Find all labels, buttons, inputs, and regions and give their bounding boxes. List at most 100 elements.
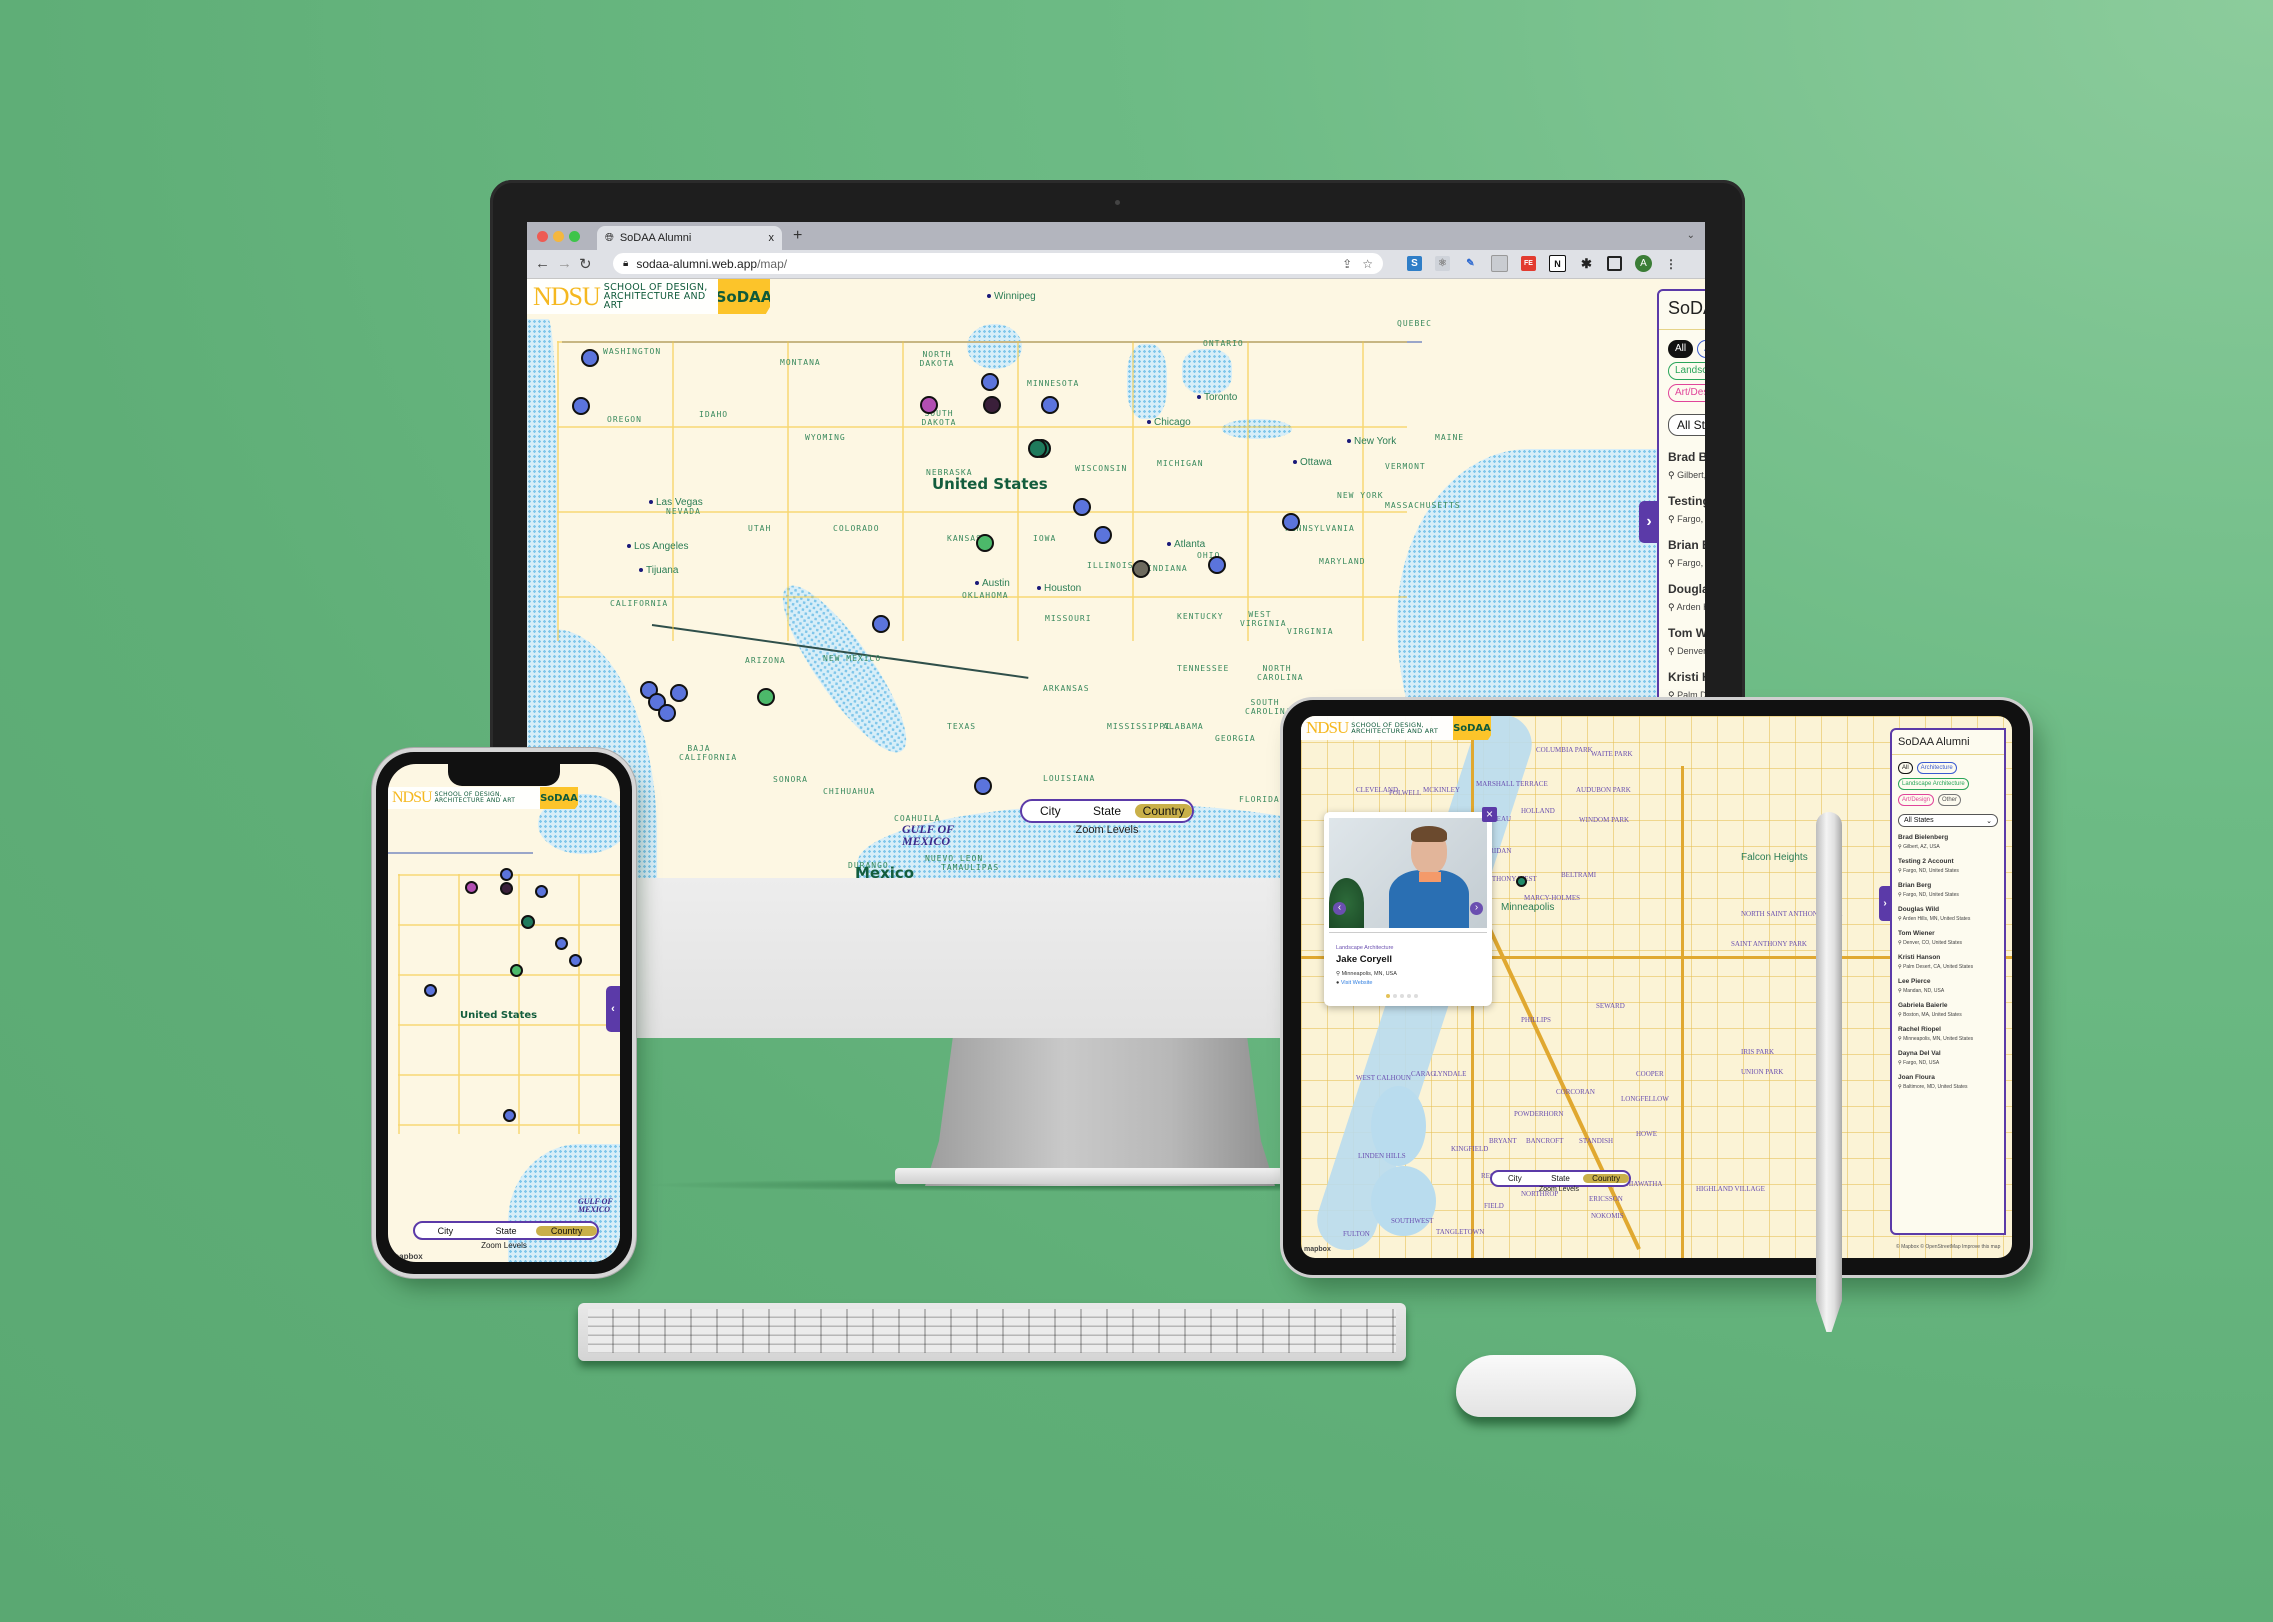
- filter-art-design-chip[interactable]: Art/Design: [1668, 384, 1705, 402]
- extension-s-icon[interactable]: S: [1407, 256, 1422, 271]
- alumni-pin-architecture[interactable]: [1073, 498, 1091, 516]
- carousel-dot[interactable]: [1407, 994, 1411, 998]
- zoom-country-option[interactable]: Country: [1583, 1174, 1630, 1183]
- zoom-city-option[interactable]: City: [1022, 804, 1079, 818]
- alumni-pin-architecture[interactable]: [1094, 526, 1112, 544]
- reload-icon[interactable]: ↻: [579, 255, 592, 273]
- alumni-list-item[interactable]: Kristi Hanson⚲ Palm Desert, CA, United S…: [1898, 954, 1998, 970]
- zoom-country-option[interactable]: Country: [536, 1225, 598, 1236]
- alumni-pin-architecture[interactable]: [981, 373, 999, 391]
- alumni-pin-architecture[interactable]: [555, 937, 568, 950]
- zoom-state-option[interactable]: State: [1538, 1174, 1584, 1183]
- extension-doc-icon[interactable]: [1491, 255, 1508, 272]
- filter-landscape-chip[interactable]: Landscape Architecture: [1668, 362, 1705, 380]
- sodaa-badge[interactable]: SoDAA: [540, 787, 578, 809]
- alumni-pin-architecture[interactable]: [569, 954, 582, 967]
- alumni-pin-architecture[interactable]: [572, 397, 590, 415]
- mapbox-logo[interactable]: mapbox: [392, 1252, 423, 1261]
- extension-react-icon[interactable]: ⚛: [1435, 256, 1450, 271]
- alumni-list-item[interactable]: Testing 2 Account ⚲ Fargo, ND, United Sta…: [1898, 858, 1998, 874]
- carousel-dot[interactable]: [1393, 994, 1397, 998]
- filter-all-chip[interactable]: All: [1898, 762, 1913, 774]
- alumni-pin-architecture[interactable]: [424, 984, 437, 997]
- alumni-pin-dark[interactable]: [500, 882, 513, 895]
- alumni-list-item[interactable]: Kristi Hanson⚲ Palm Desert, CA, United S…: [1668, 670, 1705, 701]
- extension-fe-icon[interactable]: FE: [1521, 256, 1536, 271]
- notion-icon[interactable]: N: [1549, 255, 1566, 272]
- bookmark-star-icon[interactable]: ☆: [1362, 257, 1373, 271]
- carousel-dot[interactable]: [1414, 994, 1418, 998]
- alumni-pin-dark[interactable]: [983, 396, 1001, 414]
- address-bar[interactable]: 🔒︎ sodaa-alumni.web.app/map/ ⇪ ☆: [613, 253, 1383, 274]
- zoom-state-option[interactable]: State: [476, 1226, 537, 1236]
- zoom-city-option[interactable]: City: [1492, 1174, 1538, 1183]
- alumni-pin-landscape[interactable]: [757, 688, 775, 706]
- popup-close-button[interactable]: ×: [1482, 807, 1497, 822]
- alumni-list-item[interactable]: Douglas Wild ⚲ Arden Hills, MN, United St…: [1668, 582, 1705, 613]
- sodaa-badge[interactable]: SoDAA: [718, 279, 770, 314]
- tab-close-button[interactable]: x: [769, 232, 775, 244]
- alumni-pin-landscape[interactable]: [1516, 876, 1527, 887]
- maximize-window-button[interactable]: [569, 231, 580, 242]
- forward-arrow-icon[interactable]: →: [557, 255, 572, 272]
- alumni-list-item[interactable]: Dayna Del Val ⚲ Fargo, ND, USA: [1898, 1050, 1998, 1066]
- alumni-list-item[interactable]: Tom Wiener ⚲ Denver, CO, United States: [1898, 930, 1998, 946]
- alumni-pin-teal[interactable]: [521, 915, 535, 929]
- mapbox-logo[interactable]: mapbox: [1304, 1246, 1331, 1253]
- alumni-list-item[interactable]: Brian Berg ⚲ Fargo, ND, United States: [1898, 882, 1998, 898]
- alumni-pin-teal[interactable]: [1028, 439, 1047, 458]
- alumni-list-item[interactable]: Joan Floura ⚲ Baltimore, MD, United State…: [1898, 1074, 1998, 1090]
- puzzle-extensions-icon[interactable]: ✱: [1579, 256, 1594, 271]
- alumni-pin-architecture[interactable]: [535, 885, 548, 898]
- carousel-next-button[interactable]: ›: [1470, 902, 1483, 915]
- filter-landscape-chip[interactable]: Landscape Architecture: [1898, 778, 1969, 790]
- alumni-pin-architecture[interactable]: [670, 684, 688, 702]
- alumni-list-item[interactable]: Douglas Wild ⚲ Arden Hills, MN, United St…: [1898, 906, 1998, 922]
- alumni-pin-architecture[interactable]: [500, 868, 513, 881]
- alumni-list-item[interactable]: Rachel Riopel ⚲ Minneapolis, MN, United S…: [1898, 1026, 1998, 1042]
- profile-avatar[interactable]: A: [1635, 255, 1652, 272]
- carousel-dot[interactable]: [1400, 994, 1404, 998]
- alumni-pin-architecture[interactable]: [1041, 396, 1059, 414]
- alumni-pin-architecture[interactable]: [872, 615, 890, 633]
- alumni-pin-other[interactable]: [1132, 560, 1150, 578]
- filter-architecture-chip[interactable]: Architecture: [1916, 762, 1957, 774]
- alumni-list-item[interactable]: Lee Pierce ⚲ Mandan, ND, USA: [1898, 978, 1998, 994]
- alumni-pin-landscape[interactable]: [976, 534, 994, 552]
- zoom-country-option[interactable]: Country: [1135, 804, 1193, 818]
- filter-other-chip[interactable]: Other: [1938, 794, 1962, 806]
- alumni-pin-art_design[interactable]: [465, 881, 478, 894]
- alumni-list-item[interactable]: Testing 2 Account ⚲ Fargo, ND, United Sta…: [1668, 494, 1705, 525]
- alumni-list-item[interactable]: Brad Bielenberg ⚲ Gilbert, AZ, USA: [1668, 450, 1705, 481]
- more-menu-icon[interactable]: ⋮: [1665, 257, 1677, 271]
- alumni-pin-architecture[interactable]: [503, 1109, 516, 1122]
- alumni-pin-architecture[interactable]: [658, 704, 676, 722]
- carousel-dot-active[interactable]: [1386, 994, 1390, 998]
- alumni-pin-architecture[interactable]: [974, 777, 992, 795]
- back-arrow-icon[interactable]: ←: [535, 255, 550, 272]
- alumni-pin-architecture[interactable]: [581, 349, 599, 367]
- browser-tab[interactable]: 🌐︎ SoDAA Alumni x: [597, 226, 782, 250]
- tab-list-chevron-icon[interactable]: ⌄: [1687, 230, 1695, 241]
- zoom-city-option[interactable]: City: [415, 1226, 476, 1236]
- sidebar-toggle-button[interactable]: ‹: [606, 986, 620, 1032]
- popup-website-link[interactable]: ● Visit Website: [1336, 980, 1372, 986]
- alumni-list-item[interactable]: Brian Berg ⚲ Fargo, ND, United States: [1668, 538, 1705, 569]
- filter-all-chip[interactable]: All: [1668, 340, 1694, 358]
- side-panel-icon[interactable]: [1607, 256, 1622, 271]
- share-icon[interactable]: ⇪: [1342, 257, 1352, 271]
- carousel-prev-button[interactable]: ‹: [1333, 902, 1346, 915]
- filter-architecture-chip[interactable]: Architecture: [1697, 340, 1705, 358]
- zoom-state-option[interactable]: State: [1079, 804, 1136, 818]
- alumni-list-item[interactable]: Tom Wiener ⚲ Denver, CO, United States: [1668, 626, 1705, 657]
- extension-pen-icon[interactable]: ✎: [1463, 256, 1478, 271]
- sidebar-toggle-button[interactable]: ›: [1639, 501, 1659, 543]
- sodaa-badge[interactable]: SoDAA: [1453, 716, 1491, 740]
- close-window-button[interactable]: [537, 231, 548, 242]
- map-attribution[interactable]: © Mapbox © OpenStreetMap Improve this ma…: [1896, 1244, 2000, 1250]
- state-filter-select[interactable]: All States ⌄: [1898, 814, 1998, 827]
- minimize-window-button[interactable]: [553, 231, 564, 242]
- new-tab-button[interactable]: +: [793, 227, 802, 245]
- alumni-list-item[interactable]: Brad Bielenberg ⚲ Gilbert, AZ, USA: [1898, 834, 1998, 850]
- alumni-pin-architecture[interactable]: [1282, 513, 1300, 531]
